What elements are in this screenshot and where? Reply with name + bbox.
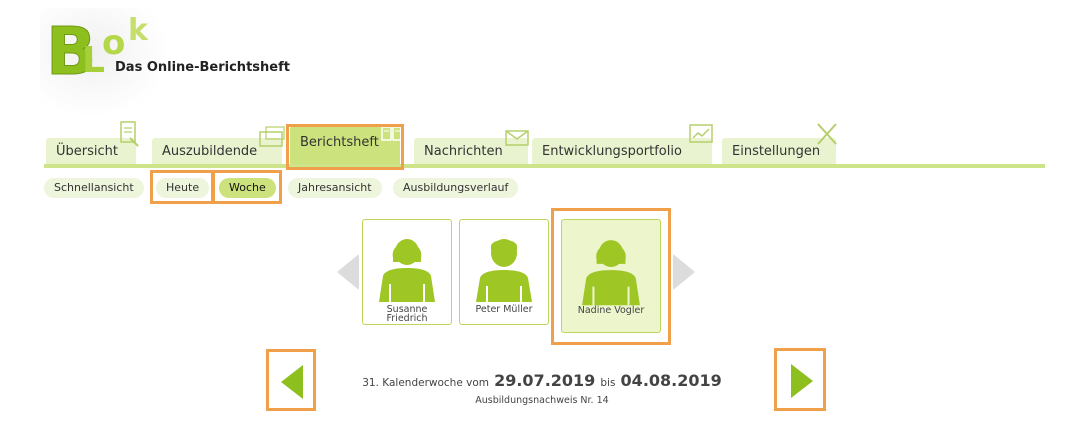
tab-label: Nachrichten xyxy=(424,144,503,159)
tab-uebersicht[interactable]: Übersicht xyxy=(46,121,139,164)
folder-icon xyxy=(259,126,285,147)
week-prefix: 31. Kalenderwoche vom xyxy=(362,377,489,389)
chevron-left-icon[interactable] xyxy=(337,254,359,290)
tab-einstellungen[interactable]: Einstellungen xyxy=(722,123,837,164)
week-range: 31. Kalenderwoche vom 29.07.2019 bis 04.… xyxy=(0,371,1084,390)
person-card-nadine[interactable]: Nadine Vogler xyxy=(561,219,661,333)
app-logo[interactable]: B L o k Das Online-Berichtsheft xyxy=(40,8,290,118)
book-icon xyxy=(381,126,403,141)
subnav-heute[interactable]: Heute xyxy=(156,178,210,198)
document-icon xyxy=(120,121,139,147)
tab-auszubildende[interactable]: Auszubildende xyxy=(152,126,285,164)
chart-icon xyxy=(689,124,713,143)
ausbildungsnachweis: Ausbildungsnachweis Nr. 14 xyxy=(475,395,609,406)
tab-entwicklungsportfolio[interactable]: Entwicklungsportfolio xyxy=(532,124,713,164)
tab-nachrichten[interactable]: Nachrichten xyxy=(414,130,529,164)
subnav-ausbildungsverlauf[interactable]: Ausbildungsverlauf xyxy=(393,178,519,198)
person-card-peter[interactable]: Peter Müller xyxy=(459,219,549,325)
tab-label: Einstellungen xyxy=(732,144,821,159)
svg-text:o: o xyxy=(102,23,125,63)
tab-label: Übersicht xyxy=(56,144,118,159)
person-name-line1: Peter Müller xyxy=(475,304,533,315)
tab-label: Auszubildende xyxy=(162,144,258,159)
person-card-susanne[interactable]: Susanne Friedrich xyxy=(362,219,452,325)
logo-subtitle: Das Online-Berichtsheft xyxy=(115,60,290,75)
main-tabs: Übersicht Auszubildende Berichtsheft Nac… xyxy=(44,118,1045,168)
chevron-right-icon[interactable] xyxy=(673,254,695,290)
week-bis: bis xyxy=(600,377,616,389)
person-name-line1: Nadine Vogler xyxy=(577,305,645,316)
svg-text:k: k xyxy=(128,14,149,48)
male-avatar-icon xyxy=(476,239,532,302)
person-name-line2: Friedrich xyxy=(386,313,428,324)
tab-label: Berichtsheft xyxy=(300,135,379,150)
envelope-icon xyxy=(505,130,529,146)
week-from-date: 29.07.2019 xyxy=(494,371,596,390)
week-to-date: 04.08.2019 xyxy=(620,371,722,390)
tabs-underline xyxy=(44,164,1045,168)
female-avatar-icon xyxy=(379,239,435,302)
tab-berichtsheft[interactable]: Berichtsheft xyxy=(290,126,403,164)
subnav-woche[interactable]: Woche xyxy=(219,178,276,198)
female-avatar-icon xyxy=(582,240,640,306)
tab-label: Entwicklungsportfolio xyxy=(542,144,682,159)
subnav-jahresansicht[interactable]: Jahresansicht xyxy=(288,178,382,198)
subnav-schnellansicht[interactable]: Schnellansicht xyxy=(44,178,144,198)
